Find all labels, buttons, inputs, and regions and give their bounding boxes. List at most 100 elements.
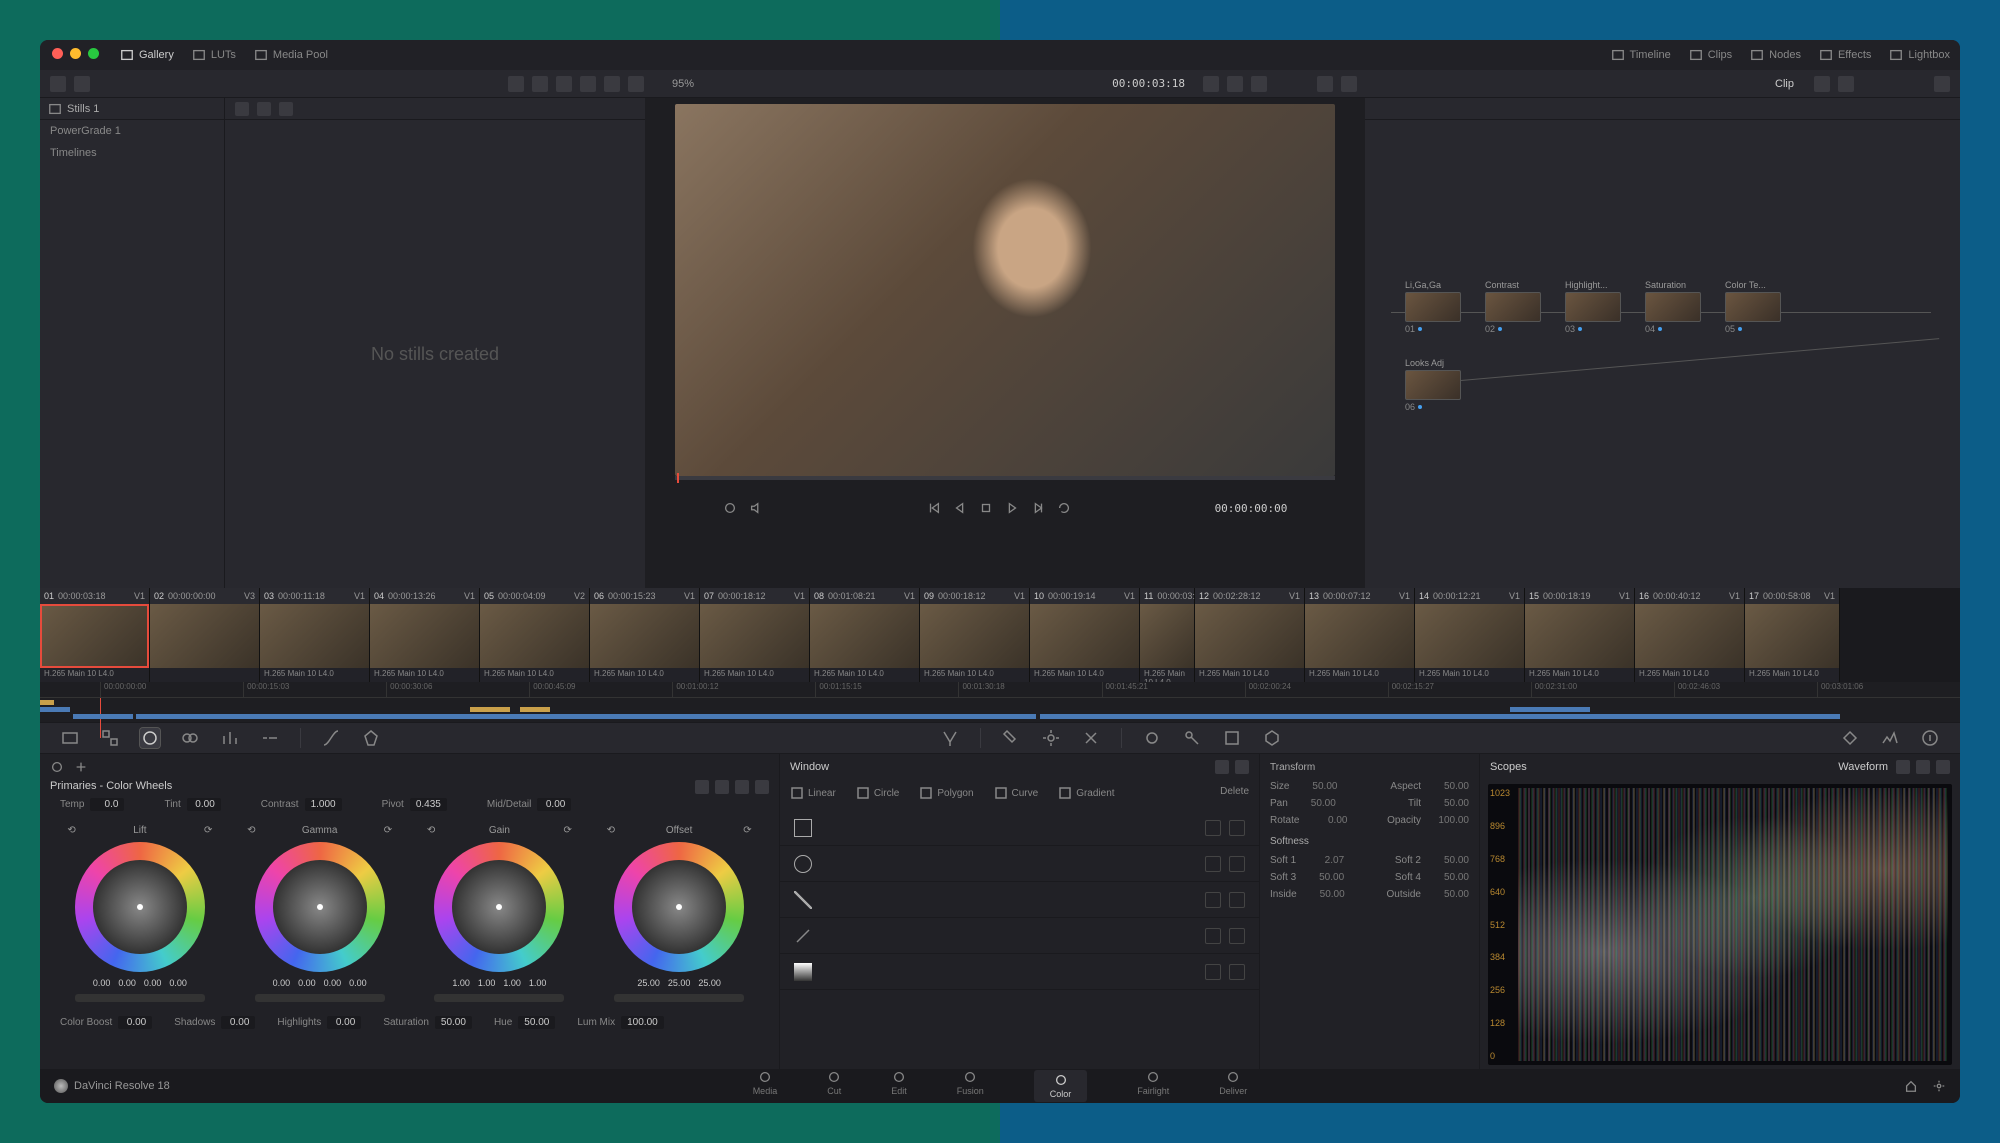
- page-tab-cut[interactable]: Cut: [827, 1070, 841, 1102]
- shape-linear[interactable]: Linear: [790, 786, 836, 800]
- node-02[interactable]: Contrast02: [1485, 280, 1541, 334]
- zoom-level[interactable]: 95%: [672, 78, 694, 90]
- reset-primaries-icon[interactable]: [50, 760, 64, 774]
- sidebar-item-powergrade-1[interactable]: PowerGrade 1: [40, 120, 224, 142]
- wheel-gamma[interactable]: ⟲Gamma⟳0.000.000.000.00: [237, 825, 402, 1002]
- color-wheels-icon[interactable]: [140, 728, 160, 748]
- rgb-mixer-icon[interactable]: [220, 728, 240, 748]
- color-checker-icon[interactable]: [100, 728, 120, 748]
- expand-panel-icon[interactable]: [755, 780, 769, 794]
- gallery-tab-compare-icon[interactable]: [279, 102, 293, 116]
- menubar-clips[interactable]: Clips: [1689, 48, 1732, 62]
- hand-icon[interactable]: [1341, 76, 1357, 92]
- search-icon[interactable]: [580, 76, 596, 92]
- page-tab-fairlight[interactable]: Fairlight: [1137, 1070, 1169, 1102]
- xf-opacity[interactable]: Opacity100.00: [1387, 815, 1469, 826]
- win-mask-toggle[interactable]: [1229, 820, 1245, 836]
- menubar-gallery[interactable]: Gallery: [120, 48, 174, 62]
- win-invert-toggle[interactable]: [1205, 820, 1221, 836]
- maximize-window-button[interactable]: [88, 48, 99, 59]
- clip-17[interactable]: 1700:00:58:08V1H.265 Main 10 L4.0: [1745, 588, 1840, 682]
- xf-pan[interactable]: Pan50.00: [1270, 798, 1336, 809]
- shape-curve[interactable]: Curve: [994, 786, 1039, 800]
- window-reset-icon[interactable]: [1215, 760, 1229, 774]
- shape-polygon[interactable]: Polygon: [919, 786, 973, 800]
- next-frame-icon[interactable]: [1031, 501, 1045, 515]
- play-icon[interactable]: [1005, 501, 1019, 515]
- window-row-linear[interactable]: [780, 882, 1259, 918]
- node-mode[interactable]: Clip: [1775, 78, 1794, 90]
- 3d-icon[interactable]: [1262, 728, 1282, 748]
- adjust-temp[interactable]: Temp0.0: [60, 798, 124, 811]
- bypass-icon[interactable]: [1203, 76, 1219, 92]
- scope-settings-icon[interactable]: [1916, 760, 1930, 774]
- color-warper-icon[interactable]: [361, 728, 381, 748]
- clip-12[interactable]: 1200:02:28:12V1H.265 Main 10 L4.0: [1195, 588, 1305, 682]
- stop-icon[interactable]: [979, 501, 993, 515]
- hdr-wheels-icon[interactable]: [180, 728, 200, 748]
- panel-toggle-icon[interactable]: [50, 76, 66, 92]
- motion-effects-icon[interactable]: [260, 728, 280, 748]
- scopes-toggle-icon[interactable]: [1880, 728, 1900, 748]
- xf-rotate[interactable]: Rotate0.00: [1270, 815, 1347, 826]
- clip-14[interactable]: 1400:00:12:21V1H.265 Main 10 L4.0: [1415, 588, 1525, 682]
- node-graph[interactable]: Li,Ga,Ga01 Contrast02 Highlight...03 Sat…: [1365, 98, 1960, 588]
- xf-outside[interactable]: Outside50.00: [1387, 889, 1469, 900]
- pointer-icon[interactable]: [1317, 76, 1333, 92]
- node-05[interactable]: Color Te...05: [1725, 280, 1781, 334]
- sidebar-item-timelines[interactable]: Timelines: [40, 142, 224, 164]
- menubar-lightbox[interactable]: Lightbox: [1889, 48, 1950, 62]
- wheel-lift[interactable]: ⟲Lift⟳0.000.000.000.00: [57, 825, 222, 1002]
- key-icon[interactable]: [1182, 728, 1202, 748]
- prev-frame-icon[interactable]: [953, 501, 967, 515]
- node-dropdown-icon[interactable]: [1814, 76, 1830, 92]
- wheel-gain[interactable]: ⟲Gain⟳1.001.001.001.00: [417, 825, 582, 1002]
- clip-01[interactable]: 0100:00:03:18V1H.265 Main 10 L4.0: [40, 588, 150, 682]
- clip-03[interactable]: 0300:00:11:18V1H.265 Main 10 L4.0: [260, 588, 370, 682]
- page-tab-color[interactable]: Color: [1034, 1070, 1088, 1102]
- node-06[interactable]: Looks Adj06: [1405, 358, 1461, 412]
- log-mode-icon[interactable]: [735, 780, 749, 794]
- menubar-nodes[interactable]: Nodes: [1750, 48, 1801, 62]
- adjust-contrast[interactable]: Contrast1.000: [261, 798, 342, 811]
- node-03[interactable]: Highlight...03: [1565, 280, 1621, 334]
- clip-07[interactable]: 0700:00:18:12V1H.265 Main 10 L4.0: [700, 588, 810, 682]
- scopes-mode[interactable]: Waveform: [1838, 761, 1888, 773]
- page-tab-deliver[interactable]: Deliver: [1219, 1070, 1247, 1102]
- window-row-circle[interactable]: [780, 846, 1259, 882]
- delete-window-button[interactable]: Delete: [1220, 786, 1249, 800]
- node-04[interactable]: Saturation04: [1645, 280, 1701, 334]
- xf-inside[interactable]: Inside50.00: [1270, 889, 1345, 900]
- page-tab-media[interactable]: Media: [753, 1070, 778, 1102]
- menubar-media-pool[interactable]: Media Pool: [254, 48, 328, 62]
- first-frame-icon[interactable]: [927, 501, 941, 515]
- adjust-mode-icon[interactable]: [74, 760, 88, 774]
- adjust-lum-mix[interactable]: Lum Mix100.00: [577, 1016, 663, 1029]
- viewer-mode-icon[interactable]: [723, 501, 737, 515]
- viewer-image[interactable]: [675, 104, 1335, 476]
- info-icon[interactable]: [1920, 728, 1940, 748]
- clip-02[interactable]: 0200:00:00:00V3: [150, 588, 260, 682]
- clip-06[interactable]: 0600:00:15:23V1H.265 Main 10 L4.0: [590, 588, 700, 682]
- shape-circle[interactable]: Circle: [856, 786, 900, 800]
- export-icon[interactable]: [74, 76, 90, 92]
- window-row-curve[interactable]: [780, 918, 1259, 954]
- minimize-window-button[interactable]: [70, 48, 81, 59]
- bars-mode-icon[interactable]: [715, 780, 729, 794]
- clip-10[interactable]: 1000:00:19:14V1H.265 Main 10 L4.0: [1030, 588, 1140, 682]
- window-row-rect[interactable]: [780, 810, 1259, 846]
- node-01[interactable]: Li,Ga,Ga01: [1405, 280, 1461, 334]
- clip-11[interactable]: 1100:00:03:12V2H.265 Main 10 L4.0: [1140, 588, 1195, 682]
- curves-icon[interactable]: [321, 728, 341, 748]
- clip-16[interactable]: 1600:00:40:12V1H.265 Main 10 L4.0: [1635, 588, 1745, 682]
- viewer-scrubber[interactable]: [675, 476, 1335, 480]
- shape-gradient[interactable]: Gradient: [1058, 786, 1114, 800]
- adjust-hue[interactable]: Hue50.00: [494, 1016, 555, 1029]
- clip-05[interactable]: 0500:00:04:09V2H.265 Main 10 L4.0: [480, 588, 590, 682]
- adjust-highlights[interactable]: Highlights0.00: [277, 1016, 361, 1029]
- blur-icon[interactable]: [1142, 728, 1162, 748]
- adjust-tint[interactable]: Tint0.00: [164, 798, 220, 811]
- sort-icon[interactable]: [508, 76, 524, 92]
- viewer-options-icon[interactable]: [1251, 76, 1267, 92]
- close-window-button[interactable]: [52, 48, 63, 59]
